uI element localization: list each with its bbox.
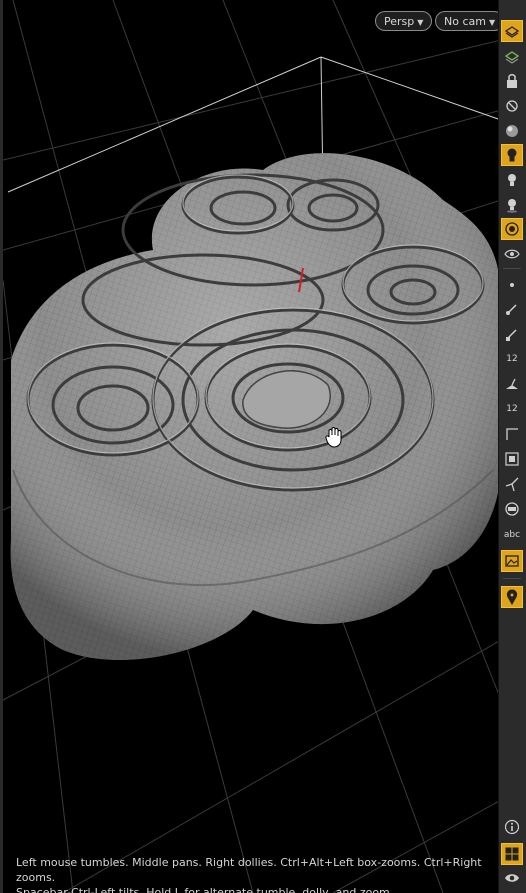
headlight-icon[interactable] [501, 144, 523, 166]
lock-camera-icon[interactable] [501, 70, 523, 92]
shading-mode-icon[interactable] [501, 120, 523, 142]
prim-numbers-icon[interactable]: 12 [501, 398, 523, 420]
text-annotations-label: abc [503, 530, 521, 540]
visualizers-icon[interactable] [501, 243, 523, 265]
vertex-normals-icon[interactable] [501, 373, 523, 395]
text-annotations-icon[interactable]: abc [501, 524, 523, 546]
viewport-scene-render [3, 0, 498, 893]
terraced-geometry [10, 153, 498, 660]
display-points-icon[interactable] [501, 274, 523, 296]
toolbar-divider [503, 578, 521, 579]
prim-numbers-label: 12 [506, 404, 518, 414]
lights-icon[interactable] [501, 169, 523, 191]
background-image-icon[interactable] [501, 218, 523, 240]
camera-select-label: No cam [444, 15, 486, 28]
info-icon[interactable] [501, 816, 523, 838]
viewport-status-text: Left mouse tumbles. Middle pans. Right d… [16, 855, 496, 893]
point-normals-icon[interactable] [501, 298, 523, 320]
snapping-icon[interactable] [501, 448, 523, 470]
ghost-other-objects-icon[interactable] [501, 45, 523, 67]
display-options-icon[interactable] [501, 20, 523, 42]
pin-viewpoint-icon[interactable] [501, 586, 523, 608]
status-line-1: Left mouse tumbles. Middle pans. Right d… [16, 856, 482, 884]
toolbar-divider [503, 268, 521, 269]
prim-normals-icon[interactable] [501, 323, 523, 345]
camera-mode-label: Persp [384, 15, 415, 28]
point-numbers-icon[interactable]: 12 [501, 348, 523, 370]
display-toolbar: 12 12 abc [498, 0, 526, 893]
status-line-2: Spacebar-Ctrl-Left tilts. Hold L for alt… [16, 886, 394, 893]
hide-other-objects-icon[interactable] [501, 95, 523, 117]
handles-icon[interactable] [501, 473, 523, 495]
point-numbers-label: 12 [506, 354, 518, 364]
scene-viewport[interactable]: Persp ▼ No cam ▼ Left mouse tumbles. Middl… [0, 0, 498, 893]
lights-shadows-icon[interactable] [501, 194, 523, 216]
chevron-down-icon: ▼ [488, 18, 496, 27]
uv-display-icon[interactable] [501, 423, 523, 445]
visibility-eye-icon[interactable] [501, 867, 523, 889]
chevron-down-icon: ▼ [417, 18, 424, 27]
viewport-layout-icon[interactable] [501, 843, 523, 865]
camera-select-dropdown[interactable]: No cam ▼ [435, 11, 498, 31]
image-overlay-icon[interactable] [501, 550, 523, 572]
transparency-icon[interactable] [501, 498, 523, 520]
camera-mode-dropdown[interactable]: Persp ▼ [375, 11, 433, 31]
